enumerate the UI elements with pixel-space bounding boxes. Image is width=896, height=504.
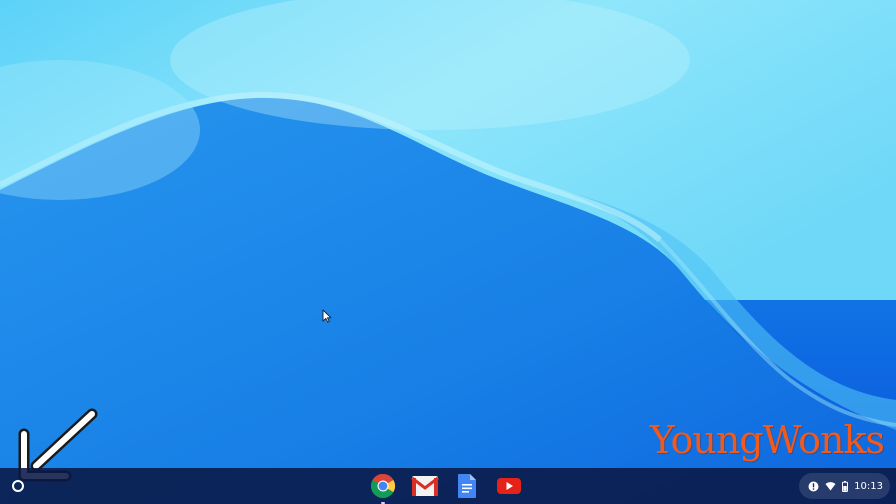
docs-app-button[interactable] <box>452 471 482 501</box>
gmail-app-button[interactable] <box>410 471 440 501</box>
launcher-circle-icon <box>12 480 24 492</box>
mouse-pointer-icon <box>322 309 332 323</box>
shelf: 10:13 <box>0 468 896 504</box>
youtube-icon <box>497 478 521 494</box>
youtube-app-button[interactable] <box>494 471 524 501</box>
docs-icon <box>458 474 476 498</box>
wifi-icon <box>825 481 836 491</box>
pinned-apps <box>368 471 524 504</box>
youngwonks-watermark: YoungWonks <box>649 418 885 462</box>
clock-time: 10:13 <box>854 480 883 492</box>
launcher-button[interactable] <box>3 471 33 501</box>
chrome-app-button[interactable] <box>368 471 398 504</box>
chromeos-desktop: YoungWonks 10:13 <box>0 0 896 504</box>
battery-icon <box>842 480 849 492</box>
gmail-icon <box>411 476 439 496</box>
chrome-icon <box>370 473 396 499</box>
notification-alert-icon <box>808 481 819 492</box>
status-tray[interactable]: 10:13 <box>799 473 890 499</box>
